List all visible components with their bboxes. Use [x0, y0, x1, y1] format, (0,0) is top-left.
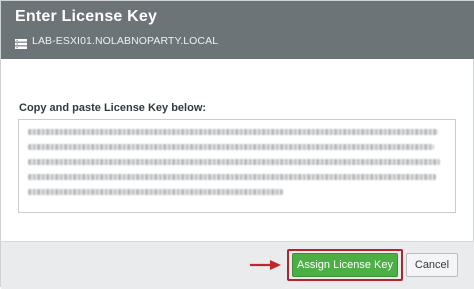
license-key-textarea[interactable]: (blurred license key text): [18, 119, 456, 213]
license-key-value: (blurred license key text): [19, 120, 20, 121]
host-name: LAB-ESXI01.NOLABNOPARTY.LOCAL: [32, 35, 219, 47]
blurred-text-line: [28, 159, 440, 165]
enter-license-key-dialog: Enter License Key LAB-ESXI01.NOLABNOPART…: [0, 0, 474, 289]
dialog-footer: [1, 241, 474, 289]
host-server-icon: [15, 36, 27, 49]
blurred-text-line: [28, 129, 438, 135]
assign-license-key-button[interactable]: Assign License Key: [292, 253, 398, 277]
dialog-header: Enter License Key LAB-ESXI01.NOLABNOPART…: [1, 1, 474, 59]
dialog-title: Enter License Key: [15, 8, 158, 25]
blurred-text-line: [28, 189, 283, 195]
red-arrow-icon: [250, 260, 281, 270]
host-row: LAB-ESXI01.NOLABNOPARTY.LOCAL: [15, 34, 219, 49]
blurred-text-line: [28, 144, 434, 150]
blurred-text-line: [28, 174, 436, 180]
license-key-label: Copy and paste License Key below:: [19, 102, 207, 114]
cancel-button[interactable]: Cancel: [406, 253, 458, 277]
